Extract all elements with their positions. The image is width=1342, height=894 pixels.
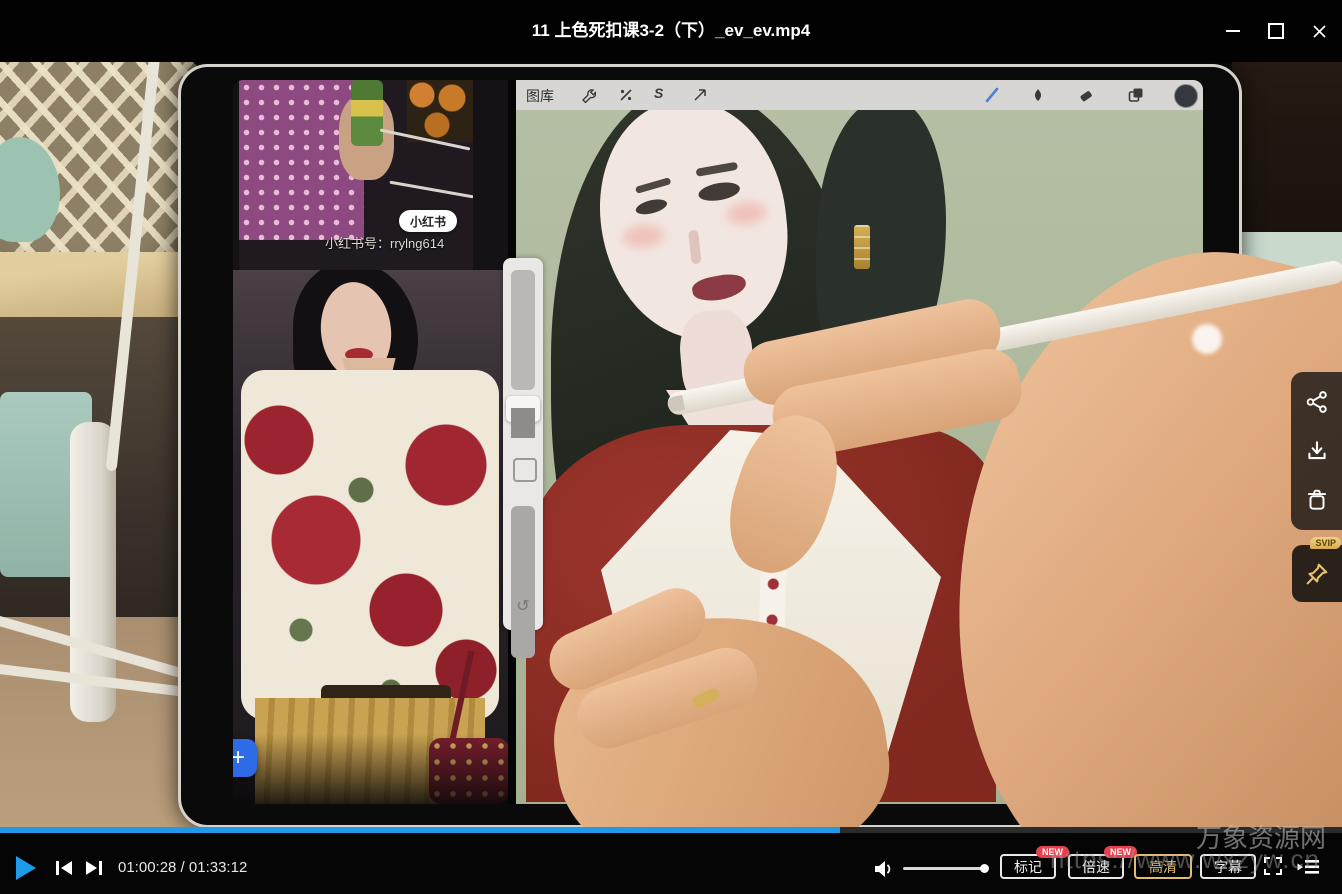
xiaohongshu-handle: 小红书号：rrylng614 [325,233,444,252]
maximize-icon [1268,23,1284,39]
subtitle-label: 字幕 [1214,857,1242,877]
painting-earring [854,225,870,269]
title-bar: 11 上色死扣课3-2（下）_ev_ev.mp4 [0,0,1342,62]
floating-tool-panel [1291,372,1342,530]
xiaohongshu-badge: 小红书 [399,210,457,232]
next-button[interactable] [84,859,104,877]
svip-badge: SVIP [1310,537,1341,549]
painting-eye [697,180,741,204]
playlist-button[interactable] [1297,858,1321,876]
orange-fruits [407,80,473,142]
green-can [351,80,383,146]
wrench-icon [580,87,596,103]
move-icon [692,87,708,103]
new-badge: NEW [1036,846,1069,858]
window-controls [1216,0,1336,62]
speed-button[interactable]: 倍速NEW [1068,854,1124,879]
mark-button[interactable]: 标记NEW [1000,854,1056,879]
reference-app-pane: 小红书 小红书号：rrylng614 + [233,80,508,804]
modify-button [513,458,537,482]
trash-icon[interactable] [1304,487,1330,513]
painting-nose [688,230,701,265]
brush-icon [984,87,1000,103]
reference-photo-main [233,270,508,804]
video-player-window: 11 上色死扣课3-2（下）_ev_ev.mp4 [0,0,1342,894]
quality-button[interactable]: 高清 [1134,854,1192,879]
selection-icon: S [654,85,663,101]
previous-button[interactable] [54,859,74,877]
video-frame: 小红书 小红书号：rrylng614 + [0,62,1342,828]
painting-brow [695,162,738,177]
close-icon [1312,24,1327,39]
close-button[interactable] [1302,14,1336,48]
quality-label: 高清 [1149,857,1177,877]
opacity-slider [511,506,535,658]
minimize-button[interactable] [1216,14,1250,48]
photo-fade [233,734,508,804]
painting-brow [635,177,672,194]
procreate-toolbar: 图库 S [516,80,1203,111]
time-display: 01:00:28 / 01:33:12 [118,859,247,876]
painting-lips [690,271,748,305]
shelf-line [389,181,473,199]
undo-icon: ↺ [503,596,543,616]
floral-shirt [241,370,499,720]
gallery-button: 图库 [526,86,554,106]
painting-blush [726,200,768,226]
eraser-icon [1078,87,1094,103]
speed-label: 倍速 [1082,857,1110,877]
pin-icon [1303,560,1331,588]
pencil-tip [667,395,686,413]
painting-eye [634,197,668,217]
brush-size-slider [511,270,535,390]
pin-panel[interactable]: SVIP [1292,545,1342,602]
fullscreen-button[interactable] [1263,856,1283,876]
procreate-sidebar: ↺ [503,258,543,630]
color-circle [1174,84,1198,108]
play-button[interactable] [16,856,36,880]
window-title: 11 上色死扣课3-2（下）_ev_ev.mp4 [0,0,1342,62]
minimize-icon [1226,30,1240,32]
subtitle-button[interactable]: 字幕 [1200,854,1256,879]
slider-dark-segment [511,408,535,438]
light-glare [1192,324,1222,354]
maximize-button[interactable] [1259,14,1293,48]
control-bar: 01:00:28 / 01:33:12 标记NEW 倍速NEW 高清 字幕 [0,833,1342,894]
share-icon[interactable] [1304,389,1330,415]
mark-label: 标记 [1014,857,1042,877]
add-button: + [233,739,257,777]
download-icon[interactable] [1304,438,1330,464]
volume-slider[interactable] [903,867,985,870]
smudge-icon [1030,87,1046,103]
new-badge: NEW [1104,846,1137,858]
volume-icon[interactable] [872,858,896,880]
painting-blush [621,223,665,249]
volume-knob[interactable] [980,864,989,873]
layers-icon [1128,87,1144,103]
adjust-icon [618,87,634,103]
